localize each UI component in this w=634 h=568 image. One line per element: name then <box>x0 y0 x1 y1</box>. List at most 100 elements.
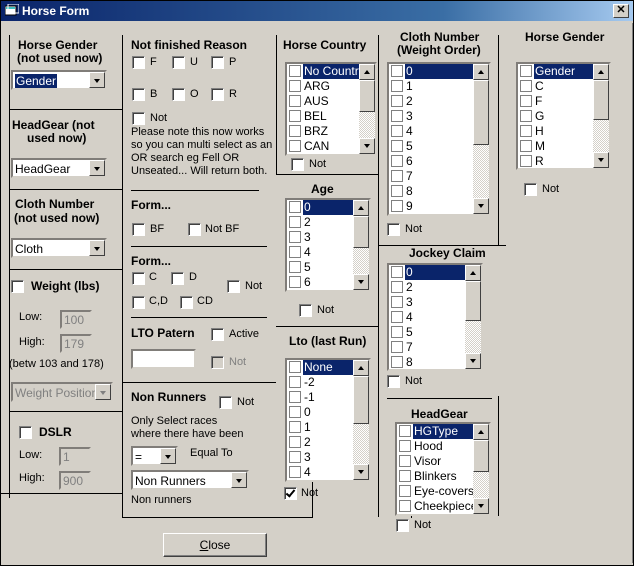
list-item-checkbox[interactable] <box>391 266 403 278</box>
list-item-checkbox[interactable] <box>289 110 301 122</box>
list-item-checkbox[interactable] <box>289 201 301 213</box>
list-item[interactable]: 0 <box>287 200 353 215</box>
scroll-up-icon[interactable] <box>473 424 489 440</box>
list-item-checkbox[interactable] <box>289 406 301 418</box>
list-item[interactable]: -1 <box>287 390 353 405</box>
scroll-down-icon[interactable] <box>593 152 609 168</box>
form1-notbf-checkbox[interactable] <box>188 223 201 236</box>
list-item-checkbox[interactable] <box>289 261 301 273</box>
list-item[interactable]: AUS <box>287 94 359 109</box>
list-item[interactable]: 0 <box>287 405 353 420</box>
list-item-checkbox[interactable] <box>289 436 301 448</box>
headgear-not-checkbox[interactable] <box>396 519 409 532</box>
scroll-down-icon[interactable] <box>359 138 375 154</box>
scrollbar[interactable] <box>465 265 481 369</box>
list-item[interactable]: CAN <box>287 139 359 154</box>
list-item-checkbox[interactable] <box>289 466 301 478</box>
list-item[interactable]: 2 <box>389 280 465 295</box>
scroll-up-icon[interactable] <box>593 64 609 80</box>
list-item-checkbox[interactable] <box>289 80 301 92</box>
nf-checkbox-p[interactable] <box>211 56 224 69</box>
nf-checkbox-o[interactable] <box>172 88 185 101</box>
scroll-thumb[interactable] <box>473 440 489 472</box>
nf-checkbox-u[interactable] <box>172 56 185 69</box>
list-item-checkbox[interactable] <box>391 80 403 92</box>
list-item-checkbox[interactable] <box>289 140 301 152</box>
chevron-down-icon[interactable] <box>231 472 247 488</box>
list-item-checkbox[interactable] <box>391 356 403 368</box>
list-item[interactable]: HGType <box>397 424 473 439</box>
chevron-down-icon[interactable] <box>89 240 105 256</box>
list-item[interactable]: F <box>518 94 593 109</box>
scroll-up-icon[interactable] <box>473 64 489 80</box>
list-item-checkbox[interactable] <box>289 276 301 288</box>
scroll-down-icon[interactable] <box>473 198 489 214</box>
list-item-checkbox[interactable] <box>520 65 532 77</box>
form2-cd-checkbox[interactable] <box>180 296 193 309</box>
list-item-checkbox[interactable] <box>391 65 403 77</box>
list-item[interactable]: 6 <box>287 275 353 290</box>
window-close-button[interactable]: ✕ <box>613 4 629 18</box>
scroll-up-icon[interactable] <box>465 265 481 281</box>
list-item-checkbox[interactable] <box>289 361 301 373</box>
list-item-checkbox[interactable] <box>391 281 403 293</box>
lto-not-checkbox[interactable] <box>211 356 224 369</box>
list-item-checkbox[interactable] <box>289 125 301 137</box>
weight-high-input[interactable]: 179 <box>60 334 92 353</box>
list-item[interactable]: BRZ <box>287 124 359 139</box>
form2-d-checkbox[interactable] <box>171 272 184 285</box>
scroll-thumb[interactable] <box>593 80 609 120</box>
scroll-down-icon[interactable] <box>465 353 481 369</box>
list-item-checkbox[interactable] <box>391 296 403 308</box>
list-item-checkbox[interactable] <box>399 455 411 467</box>
list-item[interactable]: 0 <box>389 64 473 79</box>
list-item-checkbox[interactable] <box>391 110 403 122</box>
list-item[interactable]: 3 <box>287 450 353 465</box>
list-item[interactable]: None <box>287 360 353 375</box>
list-item-checkbox[interactable] <box>391 140 403 152</box>
operator-combo[interactable]: = <box>131 446 178 466</box>
scrollbar[interactable] <box>353 200 369 290</box>
scrollbar[interactable] <box>353 360 369 480</box>
list-item-checkbox[interactable] <box>520 80 532 92</box>
list-item[interactable]: 6 <box>389 154 473 169</box>
weight-checkbox[interactable] <box>11 280 24 293</box>
list-item[interactable]: Hood <box>397 439 473 454</box>
list-item[interactable]: 3 <box>389 295 465 310</box>
list-item[interactable]: Gender <box>518 64 593 79</box>
scroll-up-icon[interactable] <box>353 200 369 216</box>
jockey-claim-not-checkbox[interactable] <box>387 375 400 388</box>
scrollbar[interactable] <box>473 64 489 214</box>
close-button[interactable]: Close <box>163 533 267 557</box>
scroll-thumb[interactable] <box>465 281 481 321</box>
cloth-weight-not-checkbox[interactable] <box>387 223 400 236</box>
lto-patern-input[interactable] <box>131 349 196 369</box>
cloth-weight-list[interactable]: 0123456789 <box>387 62 491 216</box>
list-item-checkbox[interactable] <box>399 440 411 452</box>
nf-checkbox-b[interactable] <box>132 88 145 101</box>
list-item[interactable]: 3 <box>389 109 473 124</box>
list-item[interactable]: 3 <box>287 230 353 245</box>
scroll-down-icon[interactable] <box>353 464 369 480</box>
scroll-thumb[interactable] <box>359 80 375 112</box>
list-item[interactable]: BEL <box>287 109 359 124</box>
scroll-thumb[interactable] <box>353 376 369 424</box>
list-item-checkbox[interactable] <box>289 216 301 228</box>
dslr-checkbox[interactable] <box>19 426 32 439</box>
scroll-up-icon[interactable] <box>359 64 375 80</box>
list-item[interactable]: 8 <box>389 184 473 199</box>
scroll-thumb[interactable] <box>353 216 369 248</box>
weight-position-combo[interactable]: Weight Position <box>11 382 113 402</box>
form2-not-checkbox[interactable] <box>227 280 240 293</box>
horse-country-not-checkbox[interactable] <box>291 158 304 171</box>
list-item-checkbox[interactable] <box>289 376 301 388</box>
list-item[interactable]: 2 <box>287 215 353 230</box>
form2-cd-comma-checkbox[interactable] <box>132 296 145 309</box>
list-item[interactable]: 9 <box>389 199 473 214</box>
list-item[interactable]: M <box>518 139 593 154</box>
list-item-checkbox[interactable] <box>520 125 532 137</box>
non-runners-type-combo[interactable]: Non Runners <box>131 470 249 490</box>
list-item-checkbox[interactable] <box>399 425 411 437</box>
list-item[interactable]: 0 <box>389 265 465 280</box>
list-item-checkbox[interactable] <box>289 65 301 77</box>
